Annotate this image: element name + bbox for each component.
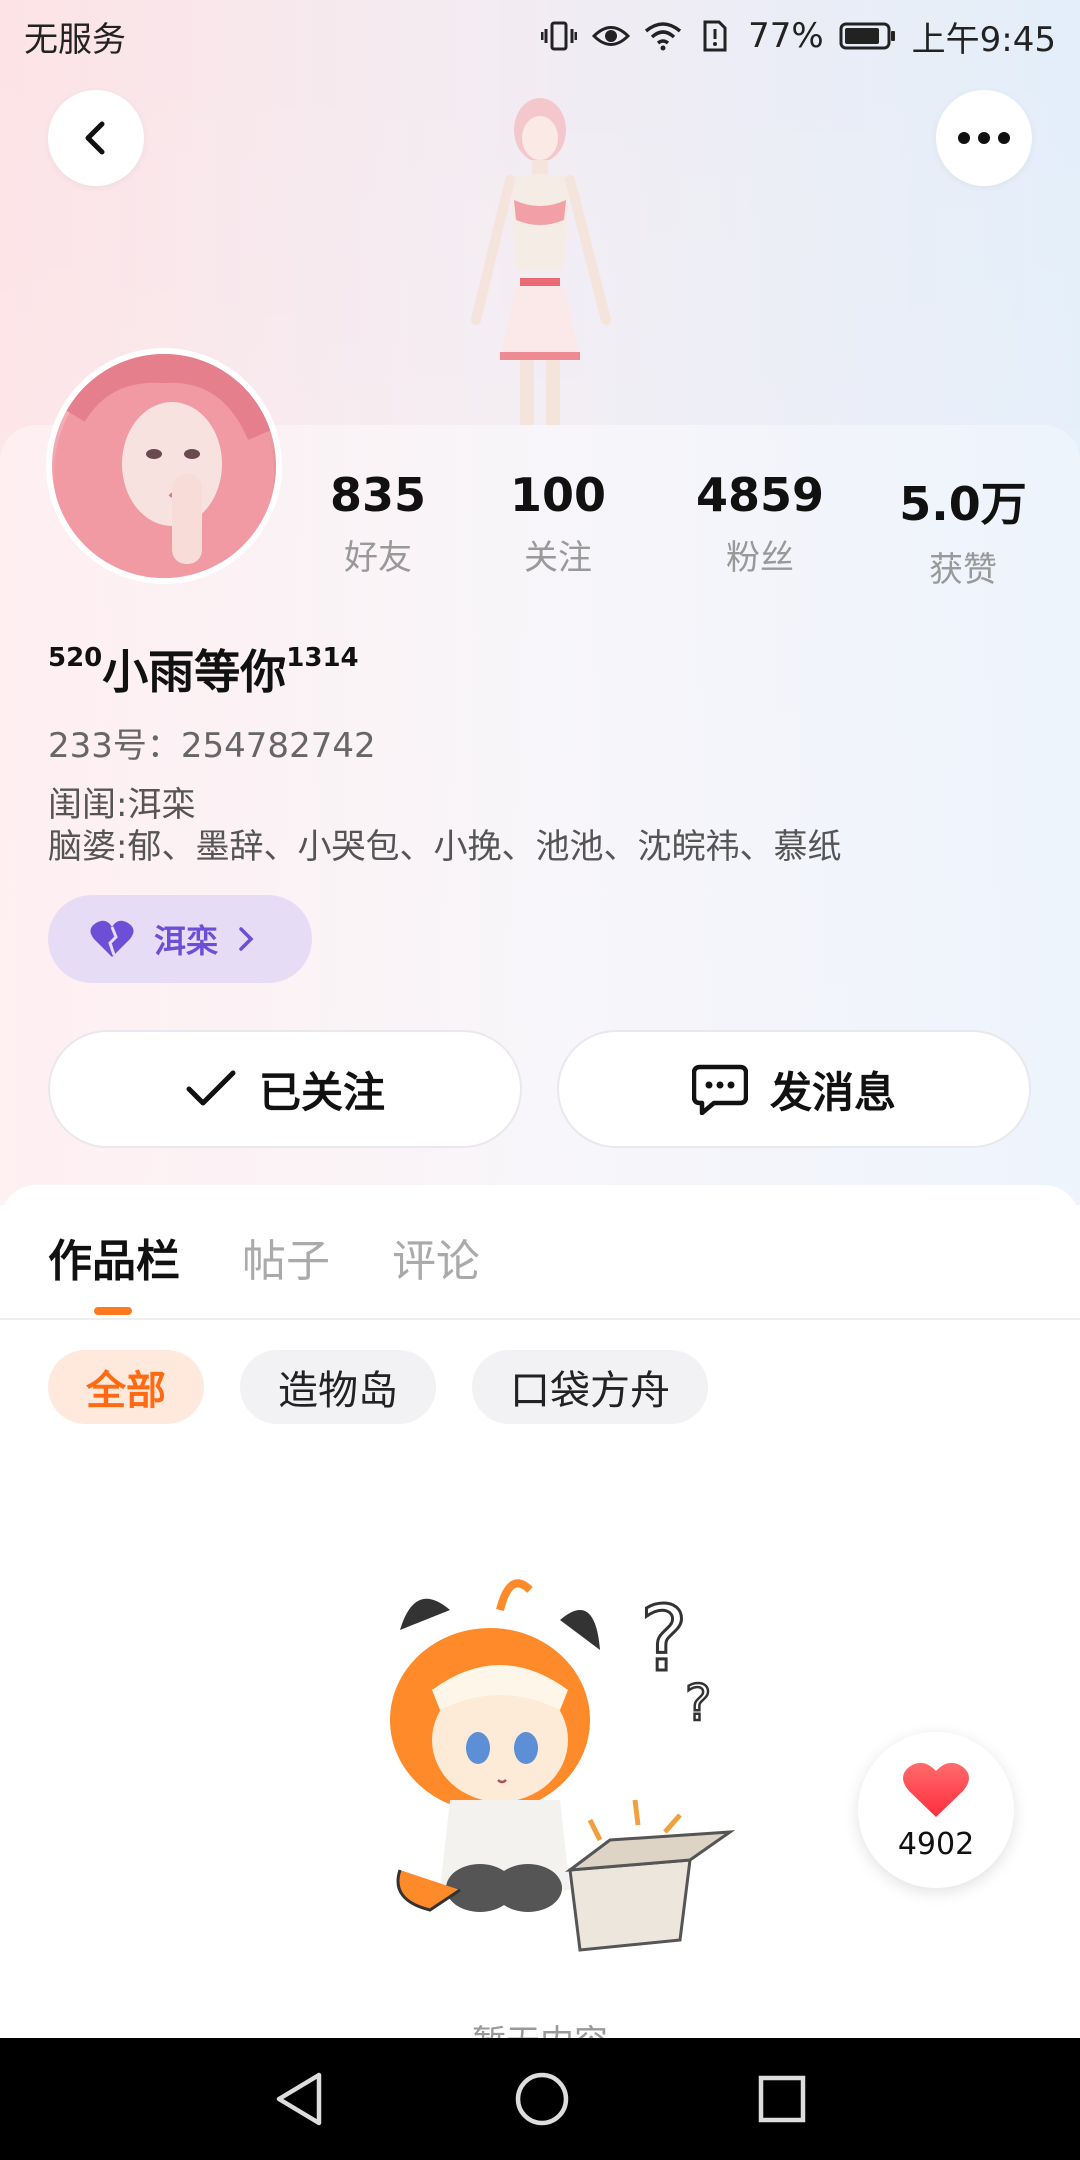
bio: 闺闺:洱栾 脑婆:郁、墨辞、小哭包、小挽、池池、沈皖祎、慕纸 — [48, 784, 841, 868]
divider — [0, 1318, 1080, 1320]
bio-line: 脑婆:郁、墨辞、小哭包、小挽、池池、沈皖祎、慕纸 — [48, 827, 842, 867]
clock-text: 上午9:45 — [911, 19, 1056, 60]
nav-home-icon[interactable] — [514, 2071, 570, 2127]
stat-value: 5.0万 — [899, 477, 1027, 531]
stat-value: 4859 — [695, 468, 825, 522]
username-prefix: 520 — [48, 643, 103, 673]
svg-text:?: ? — [685, 1674, 712, 1732]
status-bar: 无服务 77% 上午9:45 — [0, 0, 1080, 72]
carrier-text: 无服务 — [24, 19, 126, 60]
more-dots-icon — [958, 132, 1010, 144]
chat-bubble-icon — [691, 1064, 748, 1115]
eye-icon — [592, 17, 631, 55]
uid-value: 254782742 — [180, 726, 376, 766]
stat-likes[interactable]: 5.0万 获赞 — [878, 468, 1048, 591]
username: 520小雨等你1314 — [48, 636, 359, 702]
tab-bar: 作品栏 帖子 评论 — [48, 1225, 480, 1289]
uid-label: 233号： — [48, 726, 181, 766]
bio-line: 闺闺:洱栾 — [48, 785, 196, 825]
stat-following[interactable]: 100 关注 — [480, 468, 636, 579]
status-icons: 77% 上午9:45 — [540, 12, 1056, 61]
tag-label: 洱栾 — [154, 922, 219, 960]
battery-percent: 77% — [748, 16, 824, 56]
svg-text:?: ? — [640, 1587, 688, 1692]
stat-value: 835 — [329, 468, 427, 522]
message-label: 发消息 — [769, 1067, 896, 1117]
nav-recents-icon[interactable] — [757, 2074, 807, 2124]
stat-label: 粉丝 — [726, 538, 794, 578]
username-suffix: 1314 — [286, 643, 359, 673]
content-panel: 作品栏 帖子 评论 全部 造物岛 口袋方舟 ? ? — [0, 1185, 1080, 2085]
wifi-icon — [644, 17, 682, 55]
back-button[interactable] — [48, 90, 144, 186]
nav-back-icon[interactable] — [273, 2071, 327, 2127]
stat-friends[interactable]: 835 好友 — [300, 468, 456, 579]
stat-label: 好友 — [344, 538, 412, 578]
followed-button[interactable]: 已关注 — [48, 1030, 522, 1148]
filter-pocket-ark[interactable]: 口袋方舟 — [472, 1350, 708, 1424]
avatar[interactable] — [46, 348, 282, 584]
stat-label: 关注 — [524, 538, 592, 578]
username-main: 小雨等你 — [102, 645, 287, 699]
like-count: 4902 — [897, 1826, 975, 1862]
heart-split-icon — [90, 920, 134, 957]
stat-value: 100 — [509, 468, 607, 522]
stat-fans[interactable]: 4859 粉丝 — [675, 468, 845, 579]
battery-icon — [838, 17, 898, 55]
empty-state-illustration: ? ? — [360, 1570, 760, 1960]
vibrate-icon — [540, 17, 578, 55]
system-nav-bar — [0, 2038, 1080, 2160]
more-button[interactable] — [936, 90, 1032, 186]
message-button[interactable]: 发消息 — [557, 1030, 1031, 1148]
stat-label: 获赞 — [929, 550, 997, 590]
like-button[interactable]: 4902 — [858, 1732, 1014, 1888]
filter-creation-island[interactable]: 造物岛 — [240, 1350, 436, 1424]
avatar-figure-image — [440, 90, 640, 430]
filter-chips: 全部 造物岛 口袋方舟 — [48, 1350, 708, 1424]
chevron-right-icon — [239, 927, 254, 951]
checkmark-icon — [186, 1070, 236, 1106]
heart-icon — [903, 1762, 969, 1817]
chevron-left-icon — [85, 121, 105, 155]
follow-label: 已关注 — [258, 1067, 385, 1117]
tab-works[interactable]: 作品栏 — [48, 1225, 180, 1289]
profile-page: 无服务 77% 上午9:45 835 好友 100 关注 4859 粉丝 5.0… — [0, 0, 1080, 2160]
tab-indicator — [94, 1307, 132, 1315]
tab-posts[interactable]: 帖子 — [242, 1225, 330, 1289]
user-id: 233号：254782742 — [48, 718, 376, 767]
sim-icon — [696, 17, 734, 55]
filter-all[interactable]: 全部 — [48, 1350, 204, 1424]
relationship-tag[interactable]: 洱栾 — [48, 895, 312, 983]
tab-comments[interactable]: 评论 — [392, 1225, 480, 1289]
